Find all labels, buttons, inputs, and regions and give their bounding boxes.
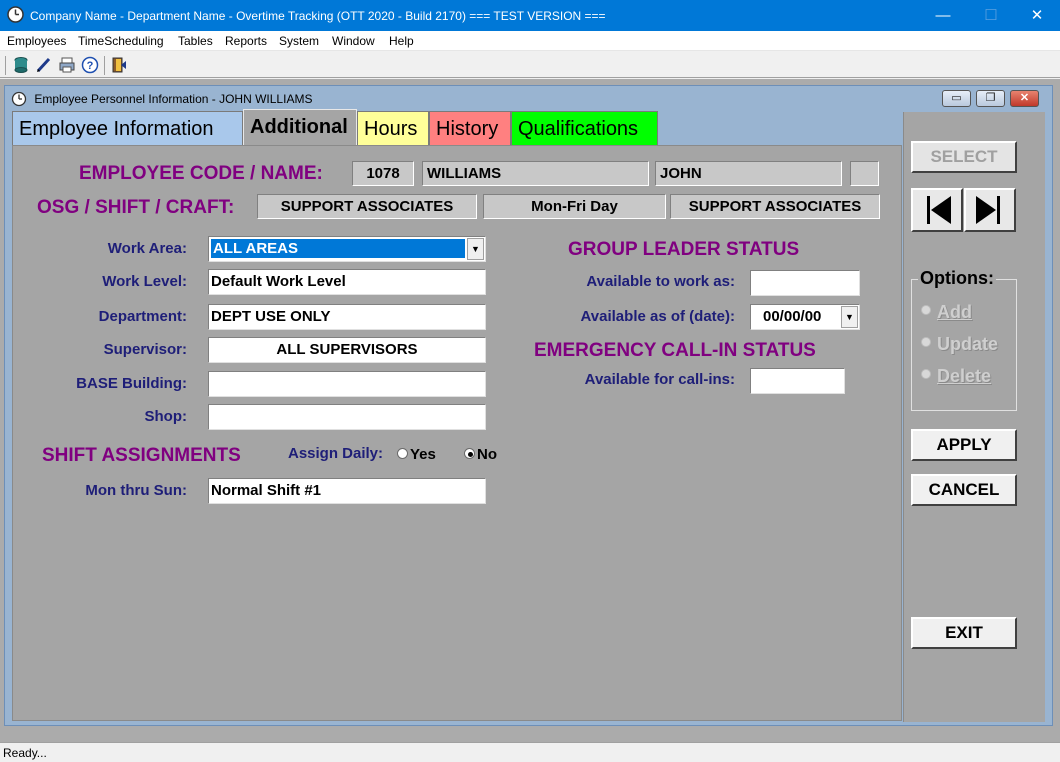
apply-button[interactable]: APPLY (911, 429, 1017, 461)
radio-unchecked-icon (921, 337, 931, 348)
radio-unchecked-icon (921, 305, 931, 316)
menu-help[interactable]: Help (389, 34, 414, 48)
radio-unchecked-icon (921, 369, 931, 380)
work-level-field[interactable]: Default Work Level (208, 269, 486, 295)
maximize-button[interactable]: ☐ (968, 0, 1014, 31)
clock-window-icon (11, 91, 27, 107)
tab-history[interactable]: History (429, 111, 511, 145)
select-button[interactable]: SELECT (911, 141, 1017, 173)
chevron-down-icon[interactable]: ▼ (841, 306, 858, 328)
database-icon[interactable] (12, 56, 30, 74)
available-for-call-ins-field[interactable] (750, 368, 845, 394)
menu-reports[interactable]: Reports (225, 34, 267, 48)
tab-qualifications[interactable]: Qualifications (511, 111, 658, 145)
shop-label: Shop: (144, 408, 188, 425)
edit-pen-icon[interactable] (35, 56, 53, 74)
assign-daily-label: Assign Daily: (288, 445, 384, 462)
toolbar: ? (0, 52, 1060, 78)
no-label: No (477, 446, 497, 463)
work-area-value: ALL AREAS (211, 239, 465, 258)
work-area-label: Work Area: (107, 240, 187, 257)
assign-daily-no-radio[interactable]: No (464, 446, 497, 463)
window-title: Employee Personnel Information - JOHN WI… (34, 92, 313, 106)
close-button[interactable]: ✕ (1014, 0, 1060, 31)
available-to-work-as-field[interactable] (750, 270, 860, 296)
available-to-work-as-label: Available to work as: (586, 273, 735, 290)
menu-tables[interactable]: Tables (178, 34, 213, 48)
toolbar-separator (104, 56, 105, 75)
next-record-button[interactable] (964, 188, 1016, 232)
tab-hours[interactable]: Hours (357, 111, 429, 145)
menu-employees[interactable]: Employees (7, 34, 66, 48)
previous-record-button[interactable] (911, 188, 963, 232)
toolbar-separator (5, 56, 6, 75)
additional-tab-panel (12, 145, 902, 721)
osg-field: SUPPORT ASSOCIATES (257, 194, 477, 219)
clock-app-icon (7, 6, 24, 23)
option-delete-radio[interactable]: Delete (921, 366, 991, 387)
menu-timescheduling[interactable]: TimeScheduling (78, 34, 164, 48)
work-level-label: Work Level: (102, 273, 187, 290)
shop-field[interactable] (208, 404, 486, 430)
exit-door-icon[interactable] (110, 56, 128, 74)
assign-daily-yes-radio[interactable]: Yes (397, 446, 436, 463)
window-title-bar[interactable]: Employee Personnel Information - JOHN WI… (11, 91, 312, 109)
department-label: Department: (98, 308, 187, 325)
mon-thru-sun-label: Mon thru Sun: (85, 482, 187, 499)
option-delete-label: Delete (937, 366, 992, 386)
base-building-label: BASE Building: (76, 375, 187, 392)
radio-unchecked-icon (397, 447, 408, 459)
option-add-label: Add (937, 302, 972, 322)
supervisor-field[interactable]: ALL SUPERVISORS (208, 337, 486, 363)
employee-suffix-field (850, 161, 879, 186)
option-add-radio[interactable]: Add (921, 302, 972, 323)
supervisor-label: Supervisor: (103, 341, 187, 358)
window-close-button[interactable]: ✕ (1010, 90, 1039, 107)
skip-previous-icon (927, 196, 951, 224)
printer-icon[interactable] (58, 56, 76, 74)
employee-first-name-field: JOHN (655, 161, 842, 186)
window-restore-button[interactable]: ❐ (976, 90, 1005, 107)
window-minimize-button[interactable]: ▭ (942, 90, 971, 107)
osg-shift-craft-label: OSG / SHIFT / CRAFT: (37, 197, 235, 218)
tab-additional[interactable]: Additional (243, 109, 357, 146)
status-bar: Ready... (0, 742, 1060, 762)
group-leader-status-heading: GROUP LEADER STATUS (568, 239, 800, 260)
employee-last-name-field: WILLIAMS (422, 161, 649, 186)
yes-label: Yes (410, 446, 436, 463)
chevron-down-icon[interactable]: ▼ (467, 238, 484, 260)
available-date-value: 00/00/00 (763, 308, 822, 325)
option-update-radio[interactable]: Update (921, 334, 998, 355)
shift-field: Mon-Fri Day (483, 194, 666, 219)
app-title: Company Name - Department Name - Overtim… (30, 9, 606, 23)
mon-thru-sun-field[interactable]: Normal Shift #1 (208, 478, 486, 504)
employee-code-name-label: EMPLOYEE CODE / NAME: (79, 163, 323, 184)
svg-text:?: ? (87, 60, 94, 72)
work-area-combo[interactable]: ALL AREAS ▼ (208, 236, 486, 262)
available-for-call-ins-label: Available for call-ins: (584, 371, 735, 388)
exit-button[interactable]: EXIT (911, 617, 1017, 649)
help-icon[interactable]: ? (81, 56, 99, 74)
craft-field: SUPPORT ASSOCIATES (670, 194, 880, 219)
available-as-of-date-label: Available as of (date): (580, 308, 735, 325)
option-update-label: Update (937, 334, 999, 354)
base-building-field[interactable] (208, 371, 486, 397)
department-field[interactable]: DEPT USE ONLY (208, 304, 486, 330)
employee-code-field: 1078 (352, 161, 414, 186)
skip-next-icon (976, 196, 1000, 224)
app-title-bar[interactable]: Company Name - Department Name - Overtim… (0, 0, 1060, 31)
menu-bar: Employees TimeScheduling Tables Reports … (0, 31, 1060, 51)
emergency-call-in-heading: EMERGENCY CALL-IN STATUS (534, 340, 816, 361)
available-date-picker[interactable]: 00/00/00 ▼ (750, 304, 860, 330)
menu-system[interactable]: System (279, 34, 319, 48)
shift-assignments-heading: SHIFT ASSIGNMENTS (42, 445, 241, 466)
options-title: Options: (918, 268, 996, 289)
status-text: Ready... (3, 746, 47, 760)
radio-checked-icon (464, 447, 475, 459)
cancel-button[interactable]: CANCEL (911, 474, 1017, 506)
menu-window[interactable]: Window (332, 34, 375, 48)
minimize-button[interactable]: — (920, 0, 966, 31)
tab-employee-information[interactable]: Employee Information (12, 111, 243, 145)
